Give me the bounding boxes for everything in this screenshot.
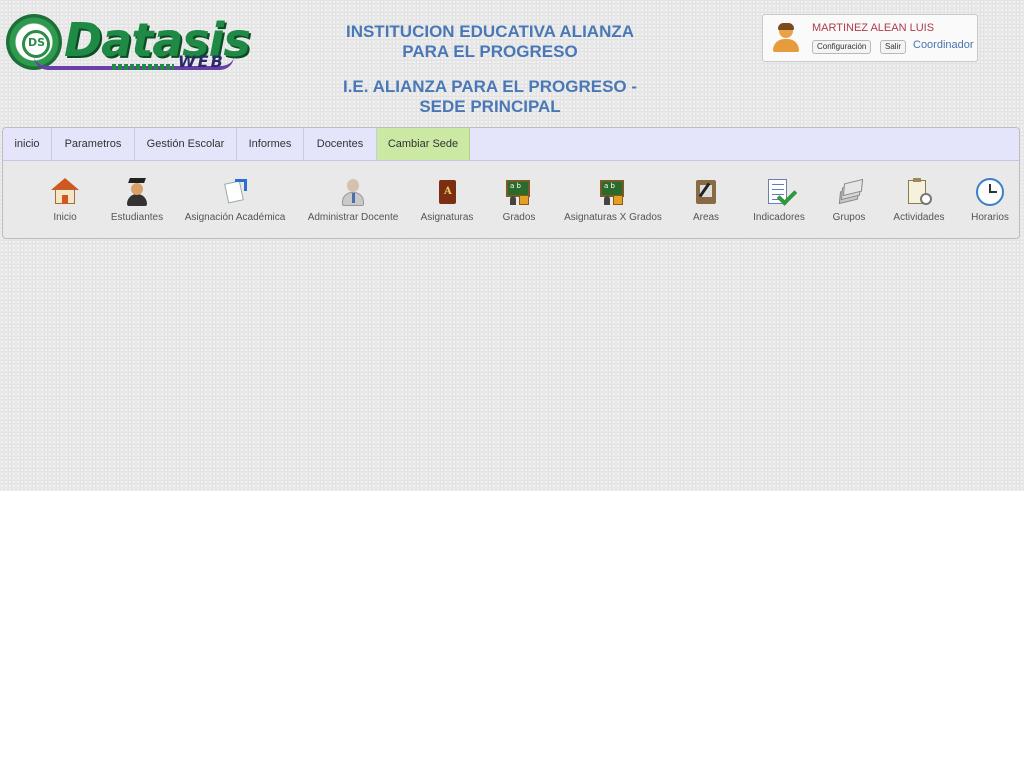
tab-docentes[interactable]: Docentes [304, 128, 377, 160]
home-icon [50, 177, 80, 207]
tab-inicio[interactable]: inicio [3, 128, 52, 160]
chalkboard-subjects-icon: a b [598, 177, 628, 207]
teacher-icon [338, 177, 368, 207]
toolbar-item-horarios[interactable]: Horarios [963, 161, 1017, 237]
user-name: MARTINEZ ALEAN LUIS [812, 22, 935, 34]
logout-button[interactable]: Salir [880, 40, 907, 54]
institution-name: INSTITUCION EDUCATIVA ALIANZA PARA EL PR… [345, 22, 635, 61]
user-panel: MARTINEZ ALEAN LUIS Configuración Salir … [762, 14, 978, 62]
main-menu: inicio Parametros Gestión Escolar Inform… [2, 127, 1020, 239]
chalkboard-icon: a b [504, 177, 534, 207]
clock-icon [975, 177, 1005, 207]
toolbar-item-actividades[interactable]: Actividades [889, 161, 949, 237]
toolbar-item-areas[interactable]: Areas [683, 161, 729, 237]
tab-gestion-escolar[interactable]: Gestión Escolar [135, 128, 237, 160]
clipboard-icon [904, 177, 934, 207]
page-titles: INSTITUCION EDUCATIVA ALIANZA PARA EL PR… [300, 22, 680, 117]
areas-icon [691, 177, 721, 207]
book-icon: A [432, 177, 462, 207]
user-role: Coordinador [913, 39, 974, 51]
configuration-button[interactable]: Configuración [812, 40, 872, 54]
checklist-icon [764, 177, 798, 207]
toolbar-item-asignaturas-x-grados[interactable]: a b Asignaturas X Grados [559, 161, 667, 237]
toolbar-item-indicadores[interactable]: Indicadores [747, 161, 811, 237]
toolbar-item-administrar-docente[interactable]: Administrar Docente [303, 161, 403, 237]
tab-cambiar-sede[interactable]: Cambiar Sede [377, 128, 470, 160]
tab-parametros[interactable]: Parametros [52, 128, 135, 160]
toolbar-item-estudiantes[interactable]: Estudiantes [103, 161, 171, 237]
menu-toolbar: Inicio Estudiantes Asignación Académica … [3, 161, 1019, 237]
groups-icon [834, 177, 864, 207]
logo-badge: DS [28, 36, 46, 49]
toolbar-item-asignaturas[interactable]: A Asignaturas [415, 161, 479, 237]
site-name: I.E. ALIANZA PARA EL PROGRESO - SEDE PRI… [342, 77, 638, 116]
toolbar-item-grados[interactable]: a b Grados [491, 161, 547, 237]
logo-subtext: WEB [178, 52, 225, 71]
academic-assignment-icon [220, 177, 250, 207]
tab-informes[interactable]: Informes [237, 128, 304, 160]
toolbar-item-grupos[interactable]: Grupos [823, 161, 875, 237]
student-icon [122, 177, 152, 207]
menu-tabs: inicio Parametros Gestión Escolar Inform… [3, 128, 1019, 161]
toolbar-item-asignacion-academica[interactable]: Asignación Académica [181, 161, 289, 237]
datasis-logo[interactable]: DS Datasis WEB [4, 12, 251, 74]
toolbar-item-inicio[interactable]: Inicio [35, 161, 95, 237]
avatar-icon [771, 23, 801, 53]
